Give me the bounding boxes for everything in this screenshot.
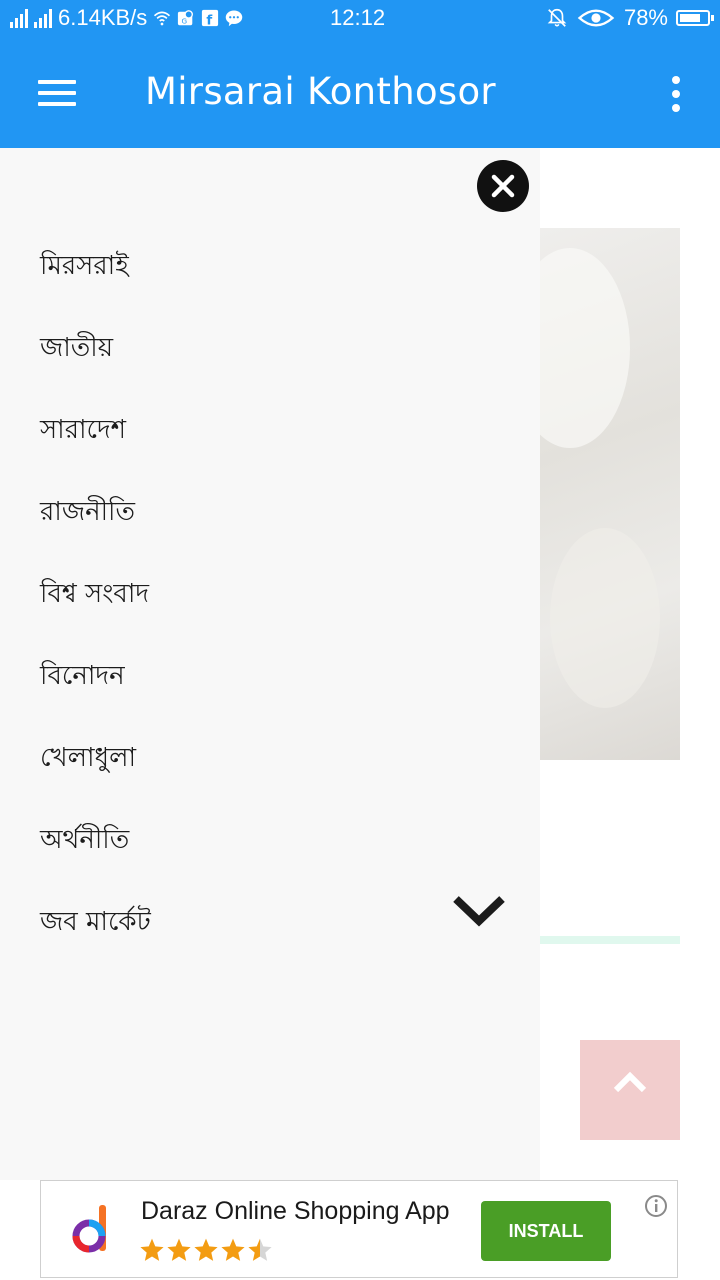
status-left: 6.14KB/s G f <box>10 5 243 31</box>
star-icon <box>140 1238 164 1261</box>
status-right: 78% <box>546 5 714 31</box>
signal-icon <box>10 8 28 28</box>
article-divider <box>540 936 680 944</box>
star-icon <box>167 1238 191 1261</box>
more-vert-icon[interactable] <box>664 74 688 114</box>
menu-item-country[interactable]: সারাদেশ <box>40 400 126 460</box>
daraz-logo-icon <box>72 1205 106 1253</box>
battery-icon <box>676 10 714 26</box>
menu-item-sports[interactable]: খেলাধুলা <box>40 728 136 788</box>
battery-fill <box>680 14 700 22</box>
messenger-icon <box>226 10 243 27</box>
svg-text:G: G <box>182 16 188 25</box>
star-icon <box>248 1238 272 1261</box>
ad-title: Daraz Online Shopping App <box>141 1197 450 1225</box>
menu-item-politics[interactable]: রাজনীতি <box>40 482 135 542</box>
hamburger-icon[interactable] <box>38 80 76 106</box>
network-speed: 6.14KB/s <box>58 5 148 30</box>
menu-item-entertainment[interactable]: বিনোদন <box>40 646 125 706</box>
star-icon <box>221 1238 245 1261</box>
wifi-icon <box>154 11 171 26</box>
scroll-to-top-button[interactable] <box>580 1040 680 1140</box>
menu-item-job-market[interactable]: জব মার্কেট <box>40 892 151 952</box>
menu-item-mirsarai[interactable]: মিরসরাই <box>40 236 129 296</box>
star-icon <box>194 1238 218 1261</box>
app-bar: Mirsarai Konthosor <box>0 36 720 148</box>
chevron-down-icon[interactable] <box>452 893 506 929</box>
mute-icon <box>547 8 567 27</box>
chevron-up-icon <box>614 1071 646 1092</box>
menu-item-national[interactable]: জাতীয় <box>40 318 113 378</box>
menu-item-economy[interactable]: অর্থনীতি <box>40 810 129 870</box>
battery-percent: 78% <box>623 5 668 30</box>
close-icon[interactable] <box>477 160 529 212</box>
status-bar: 6.14KB/s G f 12:12 78% <box>0 0 720 36</box>
install-button[interactable]: INSTALL <box>481 1201 611 1261</box>
app-title: Mirsarai Konthosor <box>145 70 496 113</box>
ad-rating <box>139 1237 273 1263</box>
navigation-drawer: মিরসরাই জাতীয় সারাদেশ রাজনীতি বিশ্ব সংব… <box>0 148 540 1180</box>
status-time: 12:12 <box>330 5 386 30</box>
signal-icon <box>34 8 52 28</box>
facebook-icon: f <box>202 9 219 27</box>
location-app-icon: G <box>178 10 194 25</box>
article-image[interactable] <box>510 228 680 760</box>
info-icon[interactable] <box>644 1194 668 1218</box>
menu-item-world-news[interactable]: বিশ্ব সংবাদ <box>40 564 149 624</box>
svg-text:f: f <box>207 12 213 27</box>
ad-banner[interactable]: Daraz Online Shopping App INSTALL <box>40 1180 678 1278</box>
close-glyph <box>491 174 515 198</box>
eye-icon <box>577 9 615 27</box>
